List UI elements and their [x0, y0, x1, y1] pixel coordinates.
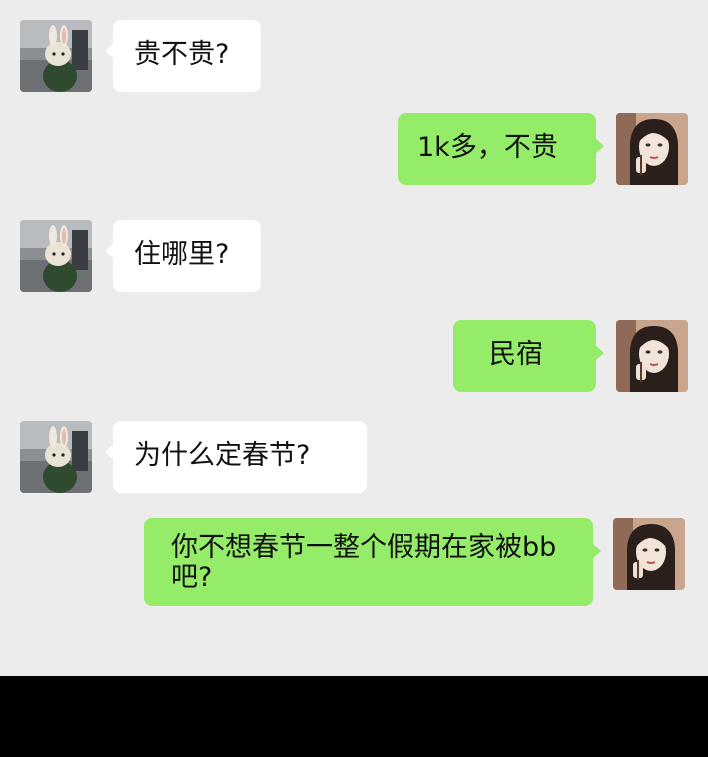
bottom-black-bar: [0, 676, 708, 757]
bubble-tail: [592, 543, 601, 559]
bubble-tail: [595, 138, 604, 154]
rabbit-costume-avatar-icon[interactable]: [20, 220, 92, 292]
bubble-tail: [105, 243, 114, 259]
message-bubble-incoming[interactable]: 为什么定春节?: [105, 421, 367, 493]
bubble-tail: [105, 43, 114, 59]
girl-portrait-avatar-icon[interactable]: [613, 518, 685, 590]
message-bubble-outgoing[interactable]: 1k多，不贵: [398, 113, 604, 185]
girl-portrait-avatar-icon[interactable]: [616, 113, 688, 185]
message-text: 1k多，不贵: [417, 132, 558, 163]
chat-area[interactable]: 贵不贵? 1k多，不贵 住哪里? 民宿 为什么定春节? 你不想春节一整个假期在家…: [0, 0, 708, 676]
bubble-tail: [595, 345, 604, 361]
bubble-tail: [105, 444, 114, 460]
message-bubble-outgoing[interactable]: 民宿: [453, 320, 604, 392]
message-text: 民宿: [489, 339, 543, 370]
rabbit-costume-avatar-icon[interactable]: [20, 20, 92, 92]
message-text: 你不想春节一整个假期在家被bb吧?: [171, 532, 557, 593]
message-text: 贵不贵?: [134, 39, 230, 70]
rabbit-costume-avatar-icon[interactable]: [20, 421, 92, 493]
message-text: 住哪里?: [134, 239, 230, 270]
girl-portrait-avatar-icon[interactable]: [616, 320, 688, 392]
message-bubble-incoming[interactable]: 贵不贵?: [105, 20, 261, 92]
message-text: 为什么定春节?: [134, 440, 311, 471]
message-bubble-incoming[interactable]: 住哪里?: [105, 220, 261, 292]
message-bubble-outgoing[interactable]: 你不想春节一整个假期在家被bb吧?: [144, 518, 601, 606]
